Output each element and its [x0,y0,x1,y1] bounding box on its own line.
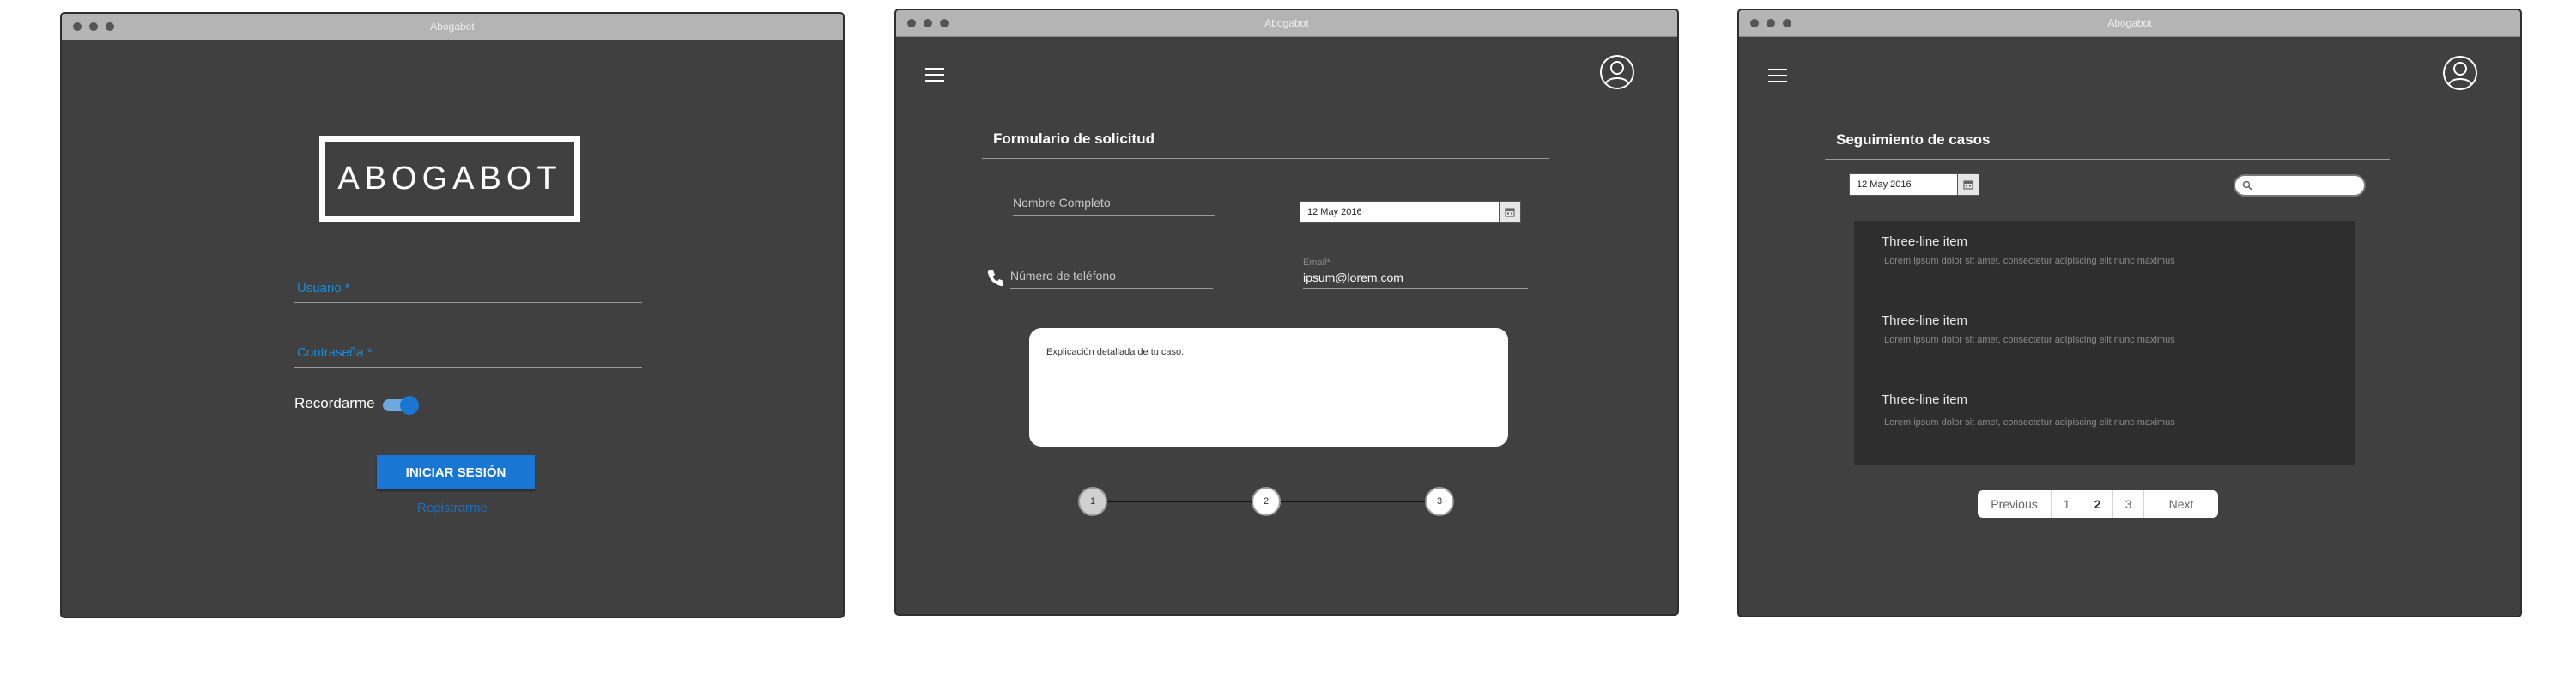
next-page-button[interactable]: Next [2144,490,2218,518]
full-name-input[interactable]: Nombre Completo [1013,196,1215,216]
page-title: Seguimiento de casos [1836,131,1991,148]
list-item-title: Three-line item [1882,392,1968,407]
list-item-body: Lorem ipsum dolor sit amet, consectetur … [1884,256,2175,266]
step-3[interactable]: 3 [1425,487,1454,516]
toggle-knob [400,396,419,415]
user-avatar-icon[interactable] [2441,54,2479,92]
window-title: Abogabot [430,21,475,33]
page-3-button[interactable]: 3 [2113,490,2144,518]
window-title: Abogabot [1264,17,1309,29]
menu-icon[interactable] [924,66,945,83]
window-title: Abogabot [2107,17,2152,29]
login-button[interactable]: INICIAR SESIÓN [377,455,535,489]
password-input[interactable] [294,336,642,368]
username-input[interactable] [294,271,642,303]
email-label: Email* [1303,258,1330,268]
user-avatar-icon[interactable] [1598,53,1636,91]
title-bar: Abogabot [1739,10,2520,37]
list-item-title: Three-line item [1882,234,1968,249]
date-value: 12 May 2016 [1307,207,1362,217]
case-tracking-window: Abogabot Seguimiento de casos 12 May 201… [1737,9,2522,617]
case-details-textarea[interactable]: Explicación detallada de tu caso. [1029,328,1508,447]
previous-page-button[interactable]: Previous [1978,490,2052,518]
phone-input[interactable]: Número de teléfono [1010,269,1213,289]
step-1[interactable]: 1 [1078,487,1107,516]
list-item-title: Three-line item [1882,313,1968,328]
search-icon [2242,180,2252,191]
calendar-icon [1963,180,1973,190]
register-link[interactable]: Registrarme [417,501,488,515]
title-bar: Abogabot [896,10,1677,37]
title-divider [1825,159,2390,160]
login-window: Abogabot ABOGABOT Usuario * Contraseña *… [60,12,845,618]
date-value: 12 May 2016 [1857,179,1912,190]
list-item-body: Lorem ipsum dolor sit amet, consectetur … [1884,335,2175,345]
step-2[interactable]: 2 [1252,487,1281,516]
request-date-field[interactable]: 12 May 2016 [1300,201,1521,223]
menu-icon[interactable] [1767,67,1788,84]
form-title: Formulario de solicitud [993,131,1155,147]
calendar-button[interactable] [1957,174,1979,195]
app-logo: ABOGABOT [319,136,580,222]
email-input[interactable]: ipsum@lorem.com [1303,270,1528,289]
case-list: Three-line item Lorem ipsum dolor sit am… [1854,221,2355,465]
title-divider [982,158,1549,159]
calendar-icon [1505,208,1515,217]
remember-toggle[interactable] [383,396,419,415]
page-2-button[interactable]: 2 [2082,490,2113,518]
page-1-button[interactable]: 1 [2052,490,2082,518]
title-bar: Abogabot [62,14,843,40]
filter-date-field[interactable]: 12 May 2016 [1849,173,1979,196]
remember-label: Recordarme [294,395,375,411]
phone-icon [987,270,1003,287]
list-item-body: Lorem ipsum dolor sit amet, consectetur … [1884,417,2175,428]
pagination: Previous 1 2 3 Next [1978,490,2218,518]
calendar-button[interactable] [1499,202,1520,222]
request-form-window: Abogabot Formulario de solicitud Nombre … [894,9,1679,616]
search-input[interactable] [2234,174,2366,197]
